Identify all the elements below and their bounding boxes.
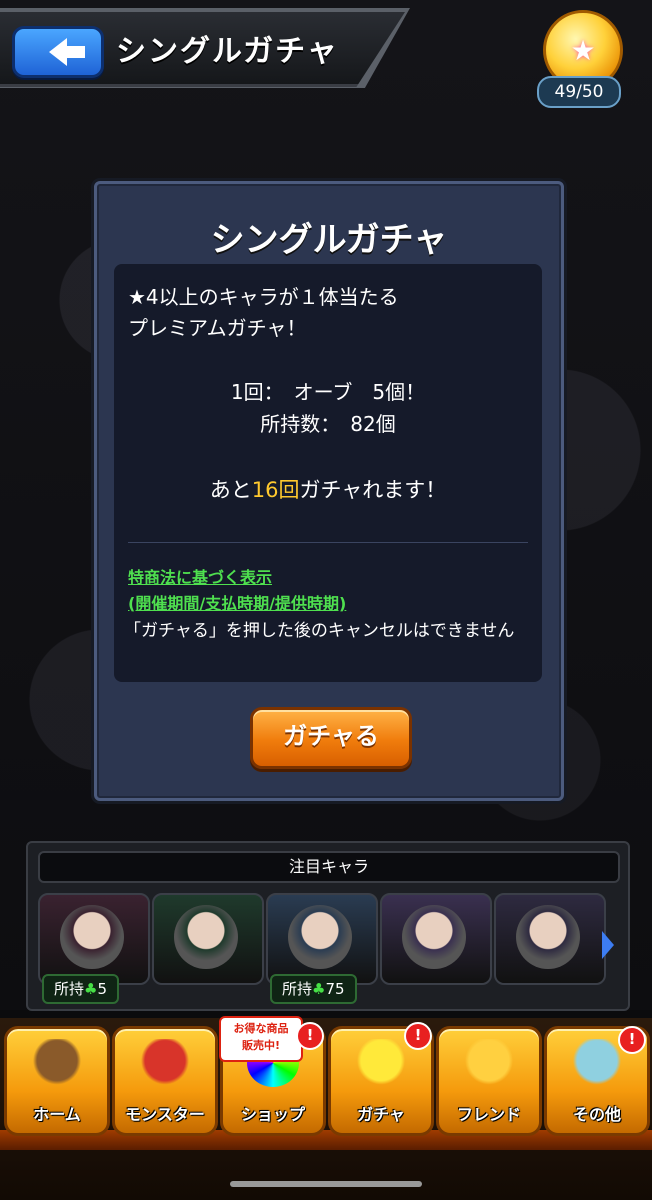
featured-character-card[interactable]	[266, 893, 378, 985]
nav-label: ショップ	[240, 1105, 305, 1124]
featured-character-card[interactable]	[152, 893, 264, 985]
cancel-note: 「ガチャる」を押した後のキャンセルはできません	[124, 621, 515, 641]
nav-friend[interactable]: フレンド	[436, 1026, 542, 1136]
back-button[interactable]	[12, 26, 104, 78]
character-portrait	[60, 905, 124, 969]
featured-characters: 注目キャラ 所持♣5 所持♣75	[26, 841, 630, 1011]
featured-character-card[interactable]	[380, 893, 492, 985]
nav-label: フレンド	[456, 1105, 521, 1124]
nav-label: ホーム	[33, 1105, 81, 1124]
home-indicator	[230, 1181, 422, 1187]
featured-character-card[interactable]	[38, 893, 150, 985]
gacha-button[interactable]: ガチャる	[250, 707, 412, 769]
owned-label: 所持	[282, 980, 313, 998]
page-title: シングルガチャ	[116, 34, 339, 69]
gacha-panel: シングルガチャ ★4以上のキャラが１体当たる プレミアムガチャ！ 1回： オーブ…	[94, 181, 564, 801]
gacha-description: ★4以上のキャラが１体当たる プレミアムガチャ！	[128, 285, 399, 340]
remaining-pulls: あと16回ガチャれます！	[114, 474, 542, 504]
remaining-suffix: ガチャれます！	[299, 478, 447, 502]
back-arrow-icon	[49, 38, 85, 66]
character-portrait	[516, 905, 580, 969]
nav-label: モンスター	[125, 1105, 205, 1124]
legal-link-tokusho[interactable]: 特商法に基づく表示	[128, 564, 272, 588]
owned-orbs-line: 所持数： 82個	[260, 412, 396, 436]
divider	[128, 542, 528, 543]
character-portrait	[288, 905, 352, 969]
cost-line: 1回： オーブ 5個！	[230, 380, 426, 404]
gacha-alert-badge: !	[404, 1022, 432, 1050]
owned-count-badge: 所持♣5	[42, 974, 120, 1004]
clover-icon: ♣	[84, 980, 98, 998]
owned-count: 75	[325, 980, 345, 998]
character-portrait	[174, 905, 238, 969]
owned-count-badge: 所持♣75	[270, 974, 357, 1004]
panel-content: ★4以上のキャラが１体当たる プレミアムガチャ！ 1回： オーブ 5個！ 所持数…	[114, 264, 542, 682]
nav-label: ガチャ	[357, 1105, 405, 1124]
monster-icon	[139, 1039, 191, 1087]
home-icon	[31, 1039, 83, 1087]
owned-count: 5	[97, 980, 108, 998]
sale-tag: お得な商品 販売中!	[219, 1016, 303, 1062]
gacha-icon	[355, 1039, 407, 1087]
friend-icon	[463, 1039, 515, 1087]
cost-info: 1回： オーブ 5個！ 所持数： 82個	[114, 376, 542, 440]
clover-icon: ♣	[312, 980, 326, 998]
panel-title: シングルガチャ	[210, 220, 448, 260]
featured-character-card[interactable]	[494, 893, 606, 985]
scroll-right-icon[interactable]	[602, 931, 614, 959]
featured-title: 注目キャラ	[38, 851, 620, 883]
shop-alert-badge: !	[296, 1022, 324, 1050]
remaining-prefix: あと	[209, 478, 252, 502]
orb-counter[interactable]: ★ 49/50	[537, 10, 623, 108]
nav-monster[interactable]: モンスター	[112, 1026, 218, 1136]
orb-count: 49/50	[537, 76, 621, 108]
legal-link-periods[interactable]: (開催期間/支払時期/提供時期)	[128, 590, 346, 614]
owned-label: 所持	[54, 980, 85, 998]
other-alert-badge: !	[618, 1026, 646, 1054]
nav-label: その他	[572, 1105, 621, 1124]
character-portrait	[402, 905, 466, 969]
other-icon	[571, 1039, 623, 1087]
remaining-count: 16回	[251, 478, 300, 502]
nav-home[interactable]: ホーム	[4, 1026, 110, 1136]
